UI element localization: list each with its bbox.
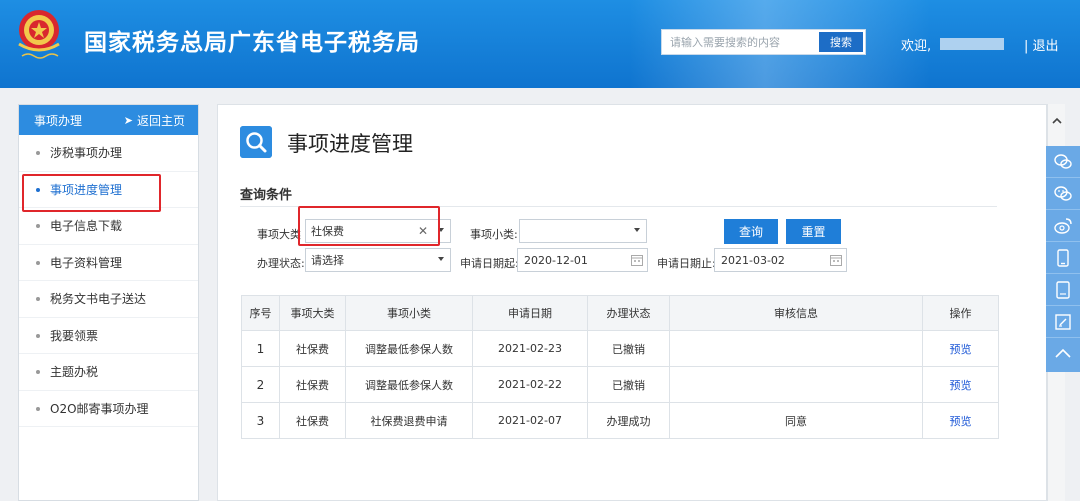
column-header: 序号 xyxy=(241,295,280,331)
cell-action: 预览 xyxy=(922,366,999,403)
page-title: 事项进度管理 xyxy=(287,132,413,156)
chevron-down-icon xyxy=(438,257,444,261)
sidebar-item-get-invoice[interactable]: 我要领票 xyxy=(19,318,198,354)
preview-link[interactable]: 预览 xyxy=(950,343,972,356)
highlight-box-category xyxy=(298,206,440,246)
preview-link[interactable]: 预览 xyxy=(950,415,972,428)
cell-subcategory: 调整最低参保人数 xyxy=(345,330,473,367)
sidebar-item-themed-tax[interactable]: 主题办税 xyxy=(19,354,198,391)
status-value: 请选择 xyxy=(311,254,344,267)
highlight-box-sidebar xyxy=(22,174,161,212)
cell-no: 2 xyxy=(241,366,280,403)
cell-date: 2021-02-07 xyxy=(472,402,588,439)
chat-bubbles-icon xyxy=(1054,153,1072,169)
cell-category: 社保费 xyxy=(279,366,346,403)
back-home-label: 返回主页 xyxy=(136,113,185,128)
date-to-value: 2021-03-02 xyxy=(721,253,785,267)
calendar-icon[interactable] xyxy=(830,254,842,266)
cell-status: 办理成功 xyxy=(587,402,670,439)
feedback-icon xyxy=(1055,313,1071,330)
back-to-top-button[interactable] xyxy=(1046,338,1080,370)
tablet-icon xyxy=(1056,280,1070,299)
search-button[interactable]: 搜索 xyxy=(819,32,863,52)
progress-table: 序号 事项大类 事项小类 申请日期 办理状态 审核信息 操作 1 社保费 调整最… xyxy=(241,295,999,439)
wechat-button[interactable] xyxy=(1046,178,1080,210)
sidebar-heading: 事项办理 xyxy=(34,113,83,128)
cell-status: 已撤销 xyxy=(587,366,670,403)
search-input[interactable] xyxy=(662,30,812,54)
cell-review xyxy=(669,366,923,403)
date-to-input[interactable]: 2021-03-02 xyxy=(714,248,847,272)
sidebar-item-tax-matters[interactable]: 涉税事项办理 xyxy=(19,135,198,172)
table-row: 3 社保费 社保费退费申请 2021-02-07 办理成功 同意 预览 xyxy=(241,402,999,439)
cell-subcategory: 社保费退费申请 xyxy=(345,402,473,439)
chevron-down-icon xyxy=(634,228,640,232)
query-section-title: 查询条件 xyxy=(240,188,293,203)
cell-status: 已撤销 xyxy=(587,330,670,367)
back-home-link[interactable]: ➤ 返回主页 xyxy=(124,112,185,129)
table-row: 1 社保费 调整最低参保人数 2021-02-23 已撤销 预览 xyxy=(241,330,999,367)
preview-link[interactable]: 预览 xyxy=(950,379,972,392)
date-to-label: 申请日期止: xyxy=(657,257,716,270)
cell-no: 1 xyxy=(241,330,280,367)
sidebar: 事项办理 ➤ 返回主页 涉税事项办理 事项进度管理 电子信息下载 电子资料管理 … xyxy=(18,104,199,501)
cell-no: 3 xyxy=(241,402,280,439)
cell-action: 预览 xyxy=(922,330,999,367)
reset-button[interactable]: 重置 xyxy=(786,219,841,244)
column-header: 审核信息 xyxy=(669,295,923,331)
logout-link[interactable]: | 退出 xyxy=(1024,35,1059,54)
scroll-up-icon[interactable] xyxy=(1052,116,1062,126)
search-icon xyxy=(240,126,272,158)
sidebar-item-document-management[interactable]: 电子资料管理 xyxy=(19,245,198,281)
sidebar-item-e-delivery[interactable]: 税务文书电子送达 xyxy=(19,281,198,318)
sidebar-item-o2o-mail[interactable]: O2O邮寄事项办理 xyxy=(19,391,198,427)
table-header-row: 序号 事项大类 事项小类 申请日期 办理状态 审核信息 操作 xyxy=(241,295,999,331)
cell-date: 2021-02-22 xyxy=(472,366,588,403)
username-redacted xyxy=(940,38,1004,50)
header-search: 搜索 xyxy=(661,29,866,55)
cell-date: 2021-02-23 xyxy=(472,330,588,367)
subcategory-label: 事项小类: xyxy=(470,228,518,241)
back-to-top-icon xyxy=(1055,348,1071,358)
date-from-value: 2020-12-01 xyxy=(524,253,588,267)
mobile-app-button[interactable] xyxy=(1046,242,1080,274)
online-chat-button[interactable] xyxy=(1046,146,1080,178)
welcome-text: 欢迎, xyxy=(901,39,932,54)
mobile-app-icon xyxy=(1057,248,1069,267)
calendar-icon[interactable] xyxy=(631,254,643,266)
date-from-label: 申请日期起: xyxy=(460,257,519,270)
tablet-button[interactable] xyxy=(1046,274,1080,306)
table-row: 2 社保费 调整最低参保人数 2021-02-22 已撤销 预览 xyxy=(241,366,999,403)
sidebar-item-info-download[interactable]: 电子信息下载 xyxy=(19,208,198,245)
sidebar-header: 事项办理 ➤ 返回主页 xyxy=(19,105,198,135)
cell-review xyxy=(669,330,923,367)
status-label: 办理状态: xyxy=(257,257,305,270)
wechat-icon xyxy=(1054,185,1072,201)
cell-review: 同意 xyxy=(669,402,923,439)
subcategory-select[interactable] xyxy=(519,219,647,243)
cell-subcategory: 调整最低参保人数 xyxy=(345,366,473,403)
status-select[interactable]: 请选择 xyxy=(305,248,451,272)
category-label: 事项大类 xyxy=(257,228,301,241)
query-button[interactable]: 查询 xyxy=(724,219,778,244)
feedback-button[interactable] xyxy=(1046,306,1080,338)
column-header: 事项大类 xyxy=(279,295,346,331)
column-header: 申请日期 xyxy=(472,295,588,331)
cell-category: 社保费 xyxy=(279,330,346,367)
column-header: 事项小类 xyxy=(345,295,473,331)
back-arrow-icon: ➤ xyxy=(123,113,133,127)
tax-emblem-icon xyxy=(18,10,60,59)
column-header: 办理状态 xyxy=(587,295,670,331)
weibo-icon xyxy=(1054,217,1072,234)
cell-action: 预览 xyxy=(922,402,999,439)
weibo-button[interactable] xyxy=(1046,210,1080,242)
site-title: 国家税务总局广东省电子税务局 xyxy=(84,30,420,56)
cell-category: 社保费 xyxy=(279,402,346,439)
floating-toolbar xyxy=(1046,146,1080,372)
column-header: 操作 xyxy=(922,295,999,331)
date-from-input[interactable]: 2020-12-01 xyxy=(517,248,648,272)
